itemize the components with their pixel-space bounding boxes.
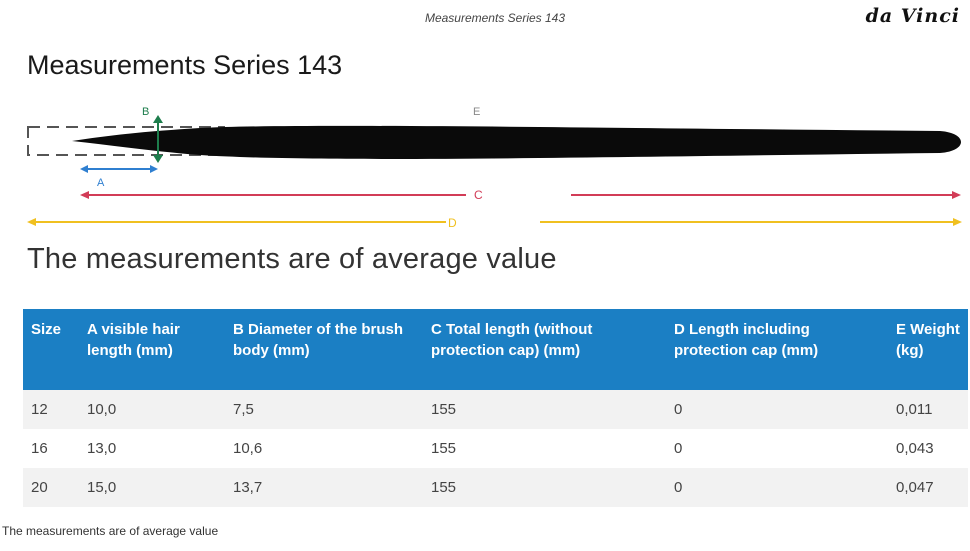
measurements-table: Size A visible hair length (mm) B Diamet…: [23, 309, 968, 507]
label-b: B: [142, 106, 149, 118]
arrow-d-head-left: [27, 218, 36, 226]
cell-a: 13,0: [79, 429, 225, 468]
brush-silhouette: [72, 125, 961, 159]
arrow-d-head-right: [953, 218, 962, 226]
brush-measurement-diagram: B A E C D: [27, 106, 962, 230]
label-d: D: [448, 216, 457, 230]
label-e: E: [473, 106, 480, 118]
label-c: C: [474, 188, 483, 202]
cell-c: 155: [423, 468, 666, 507]
cell-a: 15,0: [79, 468, 225, 507]
cell-b: 10,6: [225, 429, 423, 468]
label-a: A: [97, 177, 105, 189]
table-row: 12 10,0 7,5 155 0 0,011: [23, 390, 968, 429]
table-row: 16 13,0 10,6 155 0 0,043: [23, 429, 968, 468]
brand-logo: da Vinci: [865, 5, 960, 27]
header-a-hair-length: A visible hair length (mm): [79, 309, 225, 390]
cell-d: 0: [666, 390, 888, 429]
cell-size: 16: [23, 429, 79, 468]
arrow-b-head-bottom: [153, 155, 163, 163]
cell-size: 20: [23, 468, 79, 507]
header-c-total-length: C Total length (without protection cap) …: [423, 309, 666, 390]
arrow-c-head-right: [952, 191, 961, 199]
header-e-weight: E Weight (kg): [888, 309, 968, 390]
cell-c: 155: [423, 429, 666, 468]
header-title: Measurements Series 143: [424, 11, 566, 25]
cell-e: 0,043: [888, 429, 968, 468]
arrow-a-head-left: [80, 165, 88, 173]
page-title: Measurements Series 143: [27, 50, 343, 80]
cell-e: 0,047: [888, 468, 968, 507]
arrow-a-head-right: [150, 165, 158, 173]
arrow-b-head-top: [153, 115, 163, 123]
cell-size: 12: [23, 390, 79, 429]
header-b-diameter: B Diameter of the brush body (mm): [225, 309, 423, 390]
cell-b: 13,7: [225, 468, 423, 507]
header-d-length-with-cap: D Length including protection cap (mm): [666, 309, 888, 390]
table-row: 20 15,0 13,7 155 0 0,047: [23, 468, 968, 507]
header-size: Size: [23, 309, 79, 390]
cell-e: 0,011: [888, 390, 968, 429]
cell-c: 155: [423, 390, 666, 429]
table-header-row: Size A visible hair length (mm) B Diamet…: [23, 309, 968, 390]
cell-d: 0: [666, 429, 888, 468]
footnote: The measurements are of average value: [2, 524, 219, 538]
cell-a: 10,0: [79, 390, 225, 429]
cell-b: 7,5: [225, 390, 423, 429]
subtitle: The measurements are of average value: [27, 243, 557, 275]
arrow-c-head-left: [80, 191, 89, 199]
cell-d: 0: [666, 468, 888, 507]
